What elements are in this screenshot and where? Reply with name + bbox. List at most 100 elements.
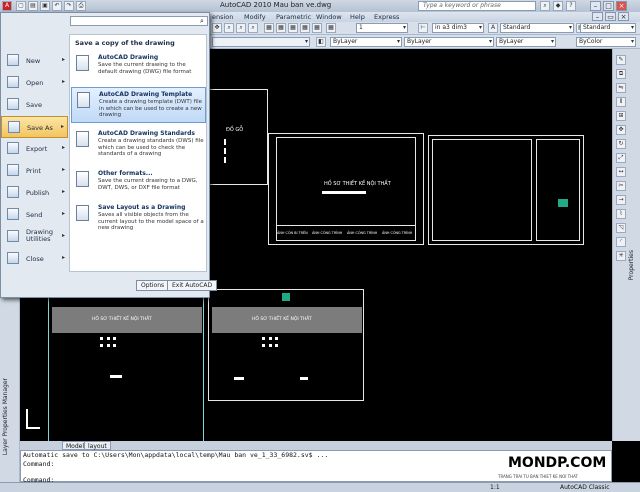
app-menu-button[interactable]: A: [2, 1, 12, 11]
close-button[interactable]: ×: [616, 1, 627, 11]
tab-layout[interactable]: layout: [84, 441, 111, 450]
tool-palettes-icon[interactable]: ▦: [288, 23, 298, 33]
options-button[interactable]: Options: [136, 280, 170, 291]
menu-item-publish[interactable]: Publish ▸: [1, 182, 68, 204]
explode-icon[interactable]: ✳: [616, 251, 626, 261]
search-icon[interactable]: ⌕: [540, 1, 550, 11]
open-icon[interactable]: ▤: [28, 1, 38, 11]
chamfer-icon[interactable]: ◹: [616, 223, 626, 233]
break-icon[interactable]: ⌇: [616, 209, 626, 219]
zoom-window-icon[interactable]: ⌕: [236, 23, 246, 33]
menu-modify[interactable]: Modify: [244, 12, 266, 22]
menu-item-new[interactable]: New ▸: [1, 50, 68, 72]
detail-logo: [558, 199, 568, 207]
properties-icon[interactable]: ▦: [264, 23, 274, 33]
erase-icon[interactable]: ✎: [616, 55, 626, 65]
array-icon[interactable]: ⊞: [616, 111, 626, 121]
zoom-realtime-icon[interactable]: ⌕: [224, 23, 234, 33]
modify-toolbar-strip: ✎ ⧉ ⇋ ⫴ ⊞ ✥ ↻ ⤢ ↔ ✂ → ⌇ ◹ ◜ ✳: [612, 49, 640, 441]
calculator-icon[interactable]: ▦: [326, 23, 336, 33]
new-icon[interactable]: ▢: [16, 1, 26, 11]
trim-icon[interactable]: ✂: [616, 181, 626, 191]
menu-express[interactable]: Express: [374, 12, 399, 22]
doc-close-button[interactable]: ×: [618, 12, 629, 21]
bottom-sheet-1-marks: [100, 337, 116, 347]
send-icon: [7, 208, 19, 220]
zoom-previous-icon[interactable]: ⌕: [248, 23, 258, 33]
doc-restore-button[interactable]: ▭: [605, 12, 616, 21]
menu-item-export[interactable]: Export ▸: [1, 138, 68, 160]
save-as-submenu: Save a copy of the drawing AutoCAD Drawi…: [69, 34, 207, 272]
detail-sheet-titleblock: [536, 139, 580, 241]
workspace-switch[interactable]: AutoCAD Classic: [560, 484, 610, 491]
minimize-button[interactable]: –: [590, 1, 601, 11]
textstyle-icon[interactable]: A: [488, 23, 498, 33]
annotation-scale[interactable]: 1:1: [490, 484, 500, 491]
save-as-autocad-drawing[interactable]: AutoCAD Drawing Save the current drawing…: [71, 51, 206, 87]
save-layout-as-drawing[interactable]: Save Layout as a Drawing Saves all visib…: [71, 201, 206, 237]
offset-icon[interactable]: ⫴: [616, 97, 626, 107]
dwt-file-icon: [77, 92, 90, 108]
menu-dimension[interactable]: ension: [212, 12, 233, 22]
title-underline: [322, 191, 366, 194]
menu-item-send[interactable]: Send ▸: [1, 204, 68, 226]
exit-autocad-button[interactable]: Exit AutoCAD: [167, 280, 218, 291]
dimstyle-icon[interactable]: ⊢: [418, 23, 428, 33]
save-as-other-formats[interactable]: Other formats... Save the current drawin…: [71, 167, 206, 203]
save-icon[interactable]: ▣: [40, 1, 50, 11]
properties-palette-label[interactable]: Properties: [628, 250, 635, 280]
linetype-combo[interactable]: ByLayer: [404, 37, 494, 47]
plot-color-combo[interactable]: ByColor: [576, 37, 636, 47]
menu-item-open[interactable]: Open ▸: [1, 72, 68, 94]
help-icon[interactable]: ?: [566, 1, 576, 11]
lineweight-combo[interactable]: ByLayer: [496, 37, 556, 47]
watermark-logo: MONDP.COM: [508, 455, 607, 471]
status-bar: 1:1 AutoCAD Classic: [0, 482, 640, 492]
help-search-input[interactable]: Type a keyword or phrase: [418, 1, 536, 11]
scale-icon[interactable]: ⤢: [616, 153, 626, 163]
save-as-drawing-template[interactable]: AutoCAD Drawing Template Create a drawin…: [71, 87, 206, 123]
bottom-sheet-2: [208, 289, 364, 401]
menu-window[interactable]: Window: [316, 12, 342, 22]
markup-icon[interactable]: ▦: [312, 23, 322, 33]
dimstyle-combo[interactable]: in a3 dim3: [432, 23, 484, 33]
fillet-icon[interactable]: ◜: [616, 237, 626, 247]
sheet-set-icon[interactable]: ▦: [300, 23, 310, 33]
menu-parametric[interactable]: Parametric: [276, 12, 311, 22]
menu-search-input[interactable]: [70, 16, 208, 26]
plotstyle-combo[interactable]: Standard: [580, 23, 636, 33]
undo-icon[interactable]: ↶: [52, 1, 62, 11]
rotate-icon[interactable]: ↻: [616, 139, 626, 149]
redo-icon[interactable]: ↷: [64, 1, 74, 11]
menu-item-save-as[interactable]: Save As ▸: [1, 116, 68, 138]
mirror-icon[interactable]: ⇋: [616, 83, 626, 93]
doc-minimize-button[interactable]: –: [592, 12, 603, 21]
maximize-button[interactable]: □: [603, 1, 614, 11]
textstyle-combo[interactable]: Standard: [500, 23, 574, 33]
sheet-label-1: ẢNH CÔN BI TRÊN: [277, 231, 308, 235]
design-center-icon[interactable]: ▦: [276, 23, 286, 33]
open-folder-icon: [7, 76, 19, 88]
copy-icon[interactable]: ⧉: [616, 69, 626, 79]
color-combo[interactable]: ByLayer: [330, 37, 402, 47]
stretch-icon[interactable]: ↔: [616, 167, 626, 177]
zoom-combo[interactable]: 1: [356, 23, 408, 33]
print-icon[interactable]: ⎙: [76, 1, 86, 11]
extend-icon[interactable]: →: [616, 195, 626, 205]
menu-item-close[interactable]: Close ▸: [1, 248, 68, 270]
pan-icon[interactable]: ✥: [212, 23, 222, 33]
bottom-sheet-2-line-b: [300, 377, 308, 380]
layer-previous-icon[interactable]: ◧: [316, 37, 326, 47]
bottom-sheet-2-marks: [262, 337, 278, 347]
menu-item-print[interactable]: Print ▸: [1, 160, 68, 182]
menu-item-save[interactable]: Save: [1, 94, 68, 116]
menu-item-drawing-utilities[interactable]: Drawing Utilities ▸: [1, 226, 68, 248]
sheet-label-3: ẢNH CÔNG TRÌNH: [347, 231, 378, 235]
layer-combo[interactable]: [212, 37, 310, 47]
new-document-icon: [7, 54, 19, 66]
save-as-drawing-standards[interactable]: AutoCAD Drawing Standards Create a drawi…: [71, 127, 206, 163]
move-icon[interactable]: ✥: [616, 125, 626, 135]
subscription-icon[interactable]: ◆: [553, 1, 563, 11]
menu-help[interactable]: Help: [350, 12, 365, 22]
layer-properties-manager-label[interactable]: Layer Properties Manager: [2, 378, 9, 455]
